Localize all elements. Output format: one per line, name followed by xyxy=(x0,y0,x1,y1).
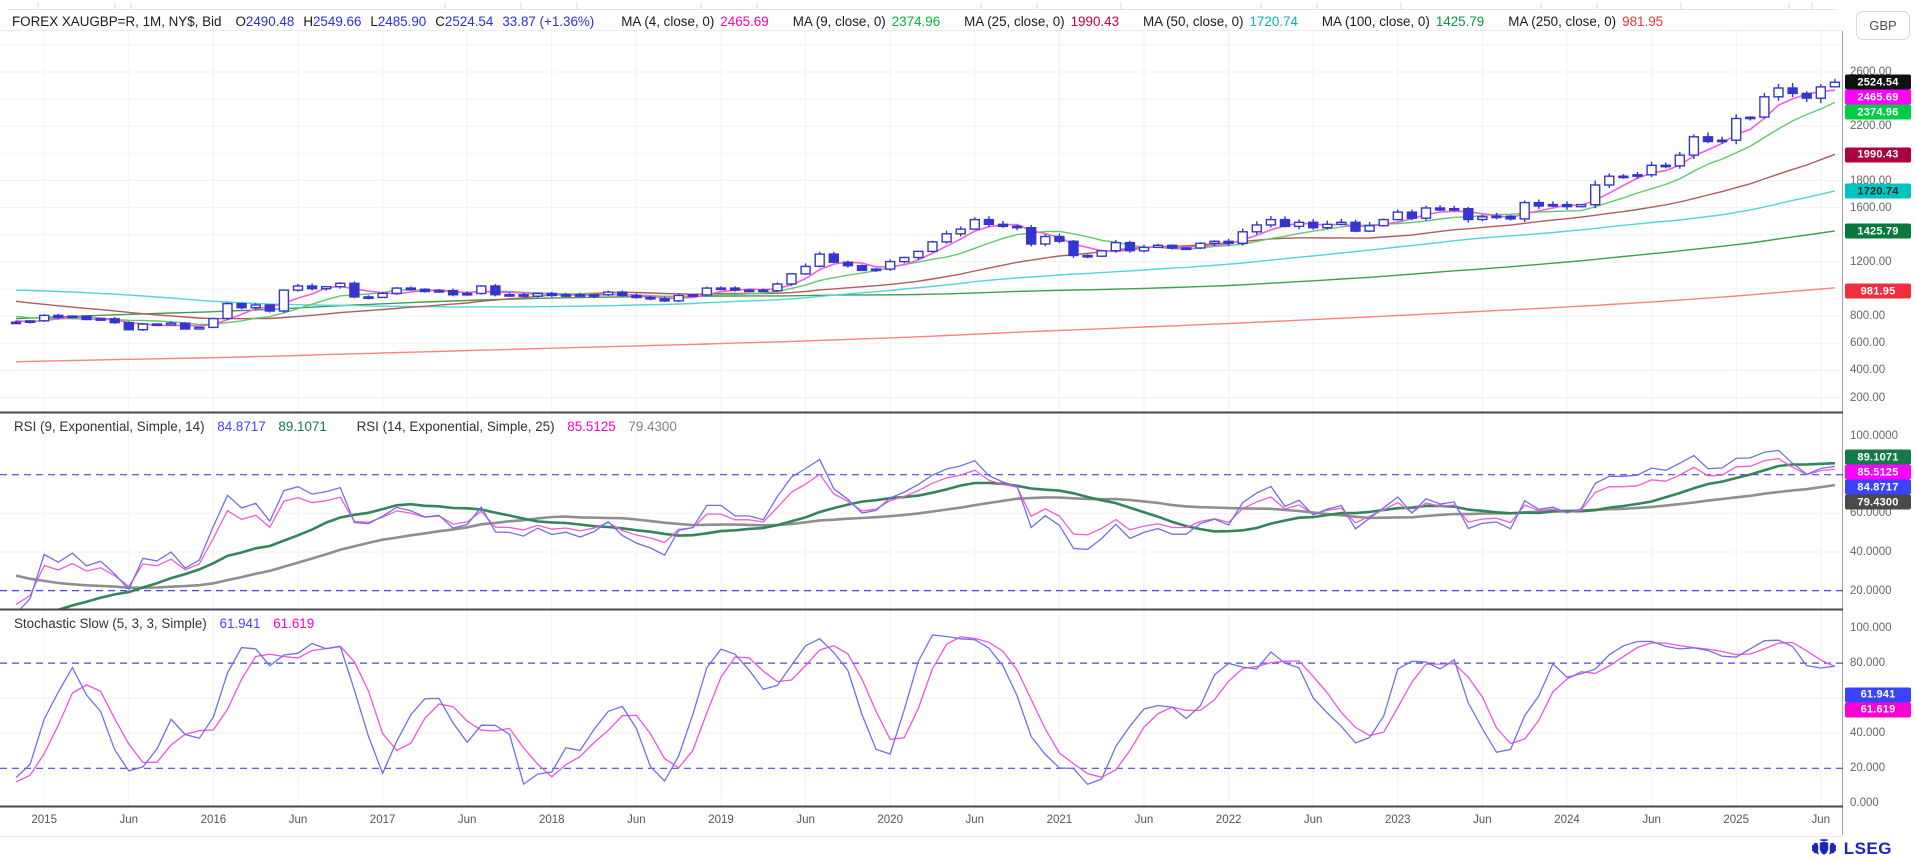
ohlc-o: O2490.48 xyxy=(235,14,294,29)
ohlc-values: O2490.48 H2549.66 L2485.90 C2524.54 xyxy=(235,14,502,29)
time-axis-label: 2025 xyxy=(1723,814,1749,826)
time-axis-label: Jun xyxy=(796,814,815,826)
rsi-label-1: RSI (9, Exponential, Simple, 14) xyxy=(14,419,205,434)
price-axis[interactable]: 2600.002200.001800.001600.001200.00800.0… xyxy=(1843,0,1916,862)
top-toolbar-strip xyxy=(8,2,1836,10)
symbol-title[interactable]: FOREX XAUGBP=R, 1M, NY$, Bid xyxy=(12,14,221,29)
rsi-legend[interactable]: RSI (9, Exponential, Simple, 14) 84.8717… xyxy=(14,419,686,434)
stoch-axis-tick: 80.000 xyxy=(1850,657,1885,669)
price-panel[interactable] xyxy=(12,79,1840,362)
time-axis-label: 2017 xyxy=(370,814,396,826)
stoch-d-value: 61.619 xyxy=(273,616,314,631)
time-axis-label: 2016 xyxy=(201,814,227,826)
rsi-value-4: 79.4300 xyxy=(628,419,676,434)
time-axis-label: 2015 xyxy=(31,814,57,826)
ma-legend-25[interactable]: MA (25, close, 0)1990.43 xyxy=(964,14,1119,29)
change-value: 33.87 (+1.36%) xyxy=(502,14,594,29)
chart-legend-bar: FOREX XAUGBP=R, 1M, NY$, Bid O2490.48 H25… xyxy=(12,10,1687,32)
ma-legend-group: MA (4, close, 0)2465.69 MA (9, close, 0)2… xyxy=(621,14,1687,29)
rsi-badge: 85.5125 xyxy=(1845,465,1911,480)
price-badge: 1720.74 xyxy=(1845,184,1911,199)
ohlc-l: L2485.90 xyxy=(370,14,426,29)
rsi-value-3: 85.5125 xyxy=(567,419,615,434)
time-axis-label: Jun xyxy=(627,814,646,826)
charting-app: { "header": { "symbol": "FOREX XAUGBP=R,… xyxy=(0,0,1916,862)
price-axis-tick: 400.00 xyxy=(1850,364,1885,376)
time-axis-label: 2020 xyxy=(877,814,903,826)
stoch-label: Stochastic Slow (5, 3, 3, Simple) xyxy=(14,616,207,631)
ohlc-h: H2549.66 xyxy=(303,14,361,29)
lseg-crest-icon xyxy=(1809,839,1839,859)
stoch-k-value: 61.941 xyxy=(220,616,261,631)
candlesticks xyxy=(12,79,1840,331)
stoch-legend[interactable]: Stochastic Slow (5, 3, 3, Simple) 61.941… xyxy=(14,616,323,631)
price-axis-tick: 1200.00 xyxy=(1850,256,1892,268)
time-axis-label: Jun xyxy=(458,814,477,826)
price-badge: 2524.54 xyxy=(1845,75,1911,90)
price-badge: 981.95 xyxy=(1845,284,1911,299)
price-axis-tick: 2200.00 xyxy=(1850,120,1892,132)
ohlc-c: C2524.54 xyxy=(435,14,493,29)
price-axis-tick: 800.00 xyxy=(1850,310,1885,322)
time-axis-label: 2021 xyxy=(1047,814,1073,826)
time-axis-label: 2023 xyxy=(1385,814,1411,826)
stoch-badge: 61.941 xyxy=(1845,687,1911,702)
rsi-axis-tick: 100.0000 xyxy=(1850,430,1898,442)
rsi-value-1: 84.8717 xyxy=(217,419,265,434)
rsi-badge: 89.1071 xyxy=(1845,450,1911,465)
time-axis-label: Jun xyxy=(1304,814,1323,826)
rsi14-line xyxy=(16,459,1835,605)
time-axis-label: 2019 xyxy=(708,814,734,826)
rsi-value-2: 89.1071 xyxy=(278,419,326,434)
stoch-d-line xyxy=(16,637,1835,782)
stoch-axis-tick: 100.000 xyxy=(1850,622,1892,634)
ma-legend-50[interactable]: MA (50, close, 0)1720.74 xyxy=(1143,14,1298,29)
time-axis-label: Jun xyxy=(289,814,308,826)
price-badge: 1425.79 xyxy=(1845,224,1911,239)
time-axis-label: Jun xyxy=(1812,814,1831,826)
rsi-label-2: RSI (14, Exponential, Simple, 25) xyxy=(357,419,555,434)
price-axis-tick: 1600.00 xyxy=(1850,202,1892,214)
price-axis-tick: 200.00 xyxy=(1850,392,1885,404)
price-badge: 2374.96 xyxy=(1845,105,1911,120)
time-axis-label: Jun xyxy=(966,814,985,826)
price-axis-tick: 600.00 xyxy=(1850,337,1885,349)
time-axis-label: Jun xyxy=(120,814,139,826)
currency-button[interactable]: GBP xyxy=(1856,11,1910,40)
time-axis-label: 2024 xyxy=(1554,814,1580,826)
time-axis-label: Jun xyxy=(1473,814,1492,826)
ma-legend-100[interactable]: MA (100, close, 0)1425.79 xyxy=(1322,14,1484,29)
time-axis-label: Jun xyxy=(1642,814,1661,826)
ma-legend-9[interactable]: MA (9, close, 0)2374.96 xyxy=(793,14,940,29)
time-axis-label: Jun xyxy=(1135,814,1154,826)
lseg-logo: LSEG xyxy=(1809,839,1892,859)
lseg-logo-text: LSEG xyxy=(1844,839,1892,859)
stoch-axis-tick: 40.000 xyxy=(1850,727,1885,739)
stoch-badge: 61.619 xyxy=(1845,702,1911,717)
stoch-axis-tick: 0.000 xyxy=(1850,797,1879,809)
time-axis[interactable]: 2015 Jun 2016 Jun 2017 Jun 2018 Jun 2019 Jun 2020 J… xyxy=(0,809,1843,835)
price-badge: 2465.69 xyxy=(1845,90,1911,105)
price-badge: 1990.43 xyxy=(1845,147,1911,162)
stoch-axis-tick: 20.000 xyxy=(1850,762,1885,774)
rsi-axis-tick: 40.0000 xyxy=(1850,546,1892,558)
time-axis-label: 2018 xyxy=(539,814,565,826)
time-axis-label: 2022 xyxy=(1216,814,1242,826)
rsi-badge: 79.4300 xyxy=(1845,495,1911,510)
rsi-badge: 84.8717 xyxy=(1845,480,1911,495)
rsi-axis-tick: 20.0000 xyxy=(1850,585,1892,597)
ma-legend-4[interactable]: MA (4, close, 0)2465.69 xyxy=(621,14,768,29)
ma-legend-250[interactable]: MA (250, close, 0)981.95 xyxy=(1508,14,1663,29)
